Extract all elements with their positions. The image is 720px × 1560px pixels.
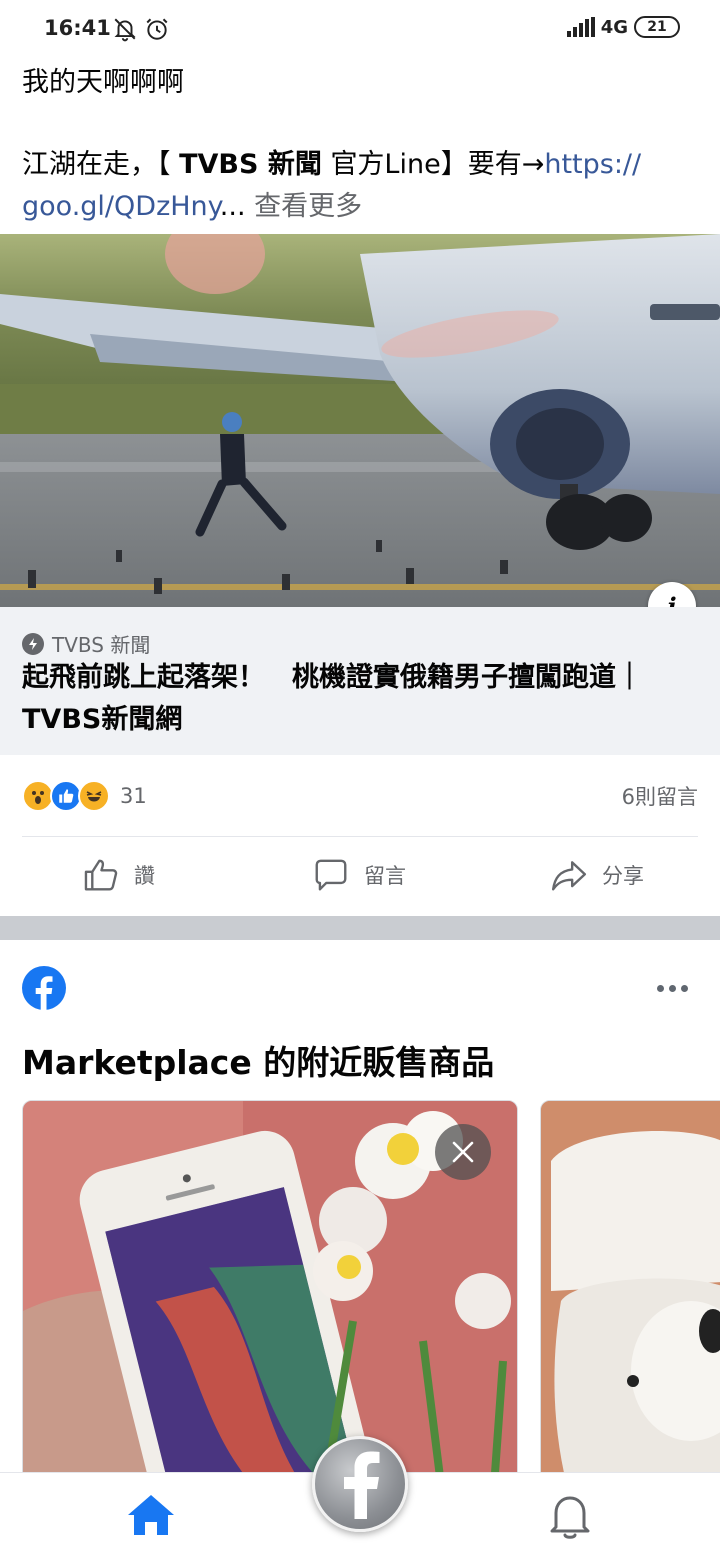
link-source: TVBS 新聞 [52,633,151,657]
section-separator [0,916,720,940]
post-line-3: goo.gl/QDzHny... 查看更多 [22,186,702,228]
bell-icon[interactable] [546,1491,594,1541]
action-bar: 讚 留言 分享 [0,850,720,906]
comment-button[interactable]: 留言 [312,856,406,894]
facebook-logo-icon[interactable] [22,966,66,1010]
post-line-2: 江湖在走，【 TVBS 新聞 官方Line】要有→https:// [22,144,702,186]
status-time: 16:41 [44,16,111,40]
post-ellipsis: ... [219,191,246,222]
facebook-f-icon [344,1451,380,1519]
battery-indicator: 21 [634,16,680,38]
link-source-row: TVBS 新聞 [22,629,150,658]
post-line-1: 我的天啊啊啊 [22,67,184,98]
runway-photo [0,234,720,607]
post-brand: TVBS 新聞 [179,149,322,180]
post-gap [22,104,702,144]
comment-count[interactable]: 6則留言 [622,781,698,811]
link-card[interactable]: TVBS 新聞 起飛前跳上起落架！ 桃機證實俄籍男子擅闖跑道｜TVBS新聞網 [0,607,720,755]
home-icon[interactable] [124,1491,178,1539]
like-label: 讚 [134,864,155,888]
see-more-link[interactable]: 查看更多 [254,191,362,222]
post-link-part2[interactable]: goo.gl/QDzHny [22,191,220,222]
reactions-row: 31 6則留言 [22,778,698,814]
share-arrow-icon [551,861,587,891]
more-dot [668,984,676,992]
alarm-clock-icon [146,18,168,40]
thumbs-up-icon [84,859,118,891]
reaction-summary[interactable]: 31 [22,780,147,812]
status-right: 4G 21 [566,16,680,38]
marketplace-title: Marketplace 的附近販售商品 [22,1043,495,1082]
more-dot [656,984,664,992]
more-dot [680,984,688,992]
like-button[interactable]: 讚 [82,856,155,894]
facebook-floating-button[interactable] [312,1436,408,1532]
post-text: 我的天啊啊啊 江湖在走，【 TVBS 新聞 官方Line】要有→https://… [22,62,702,228]
more-options-button[interactable] [652,972,692,1004]
divider [22,836,698,837]
comment-label: 留言 [364,864,406,888]
status-bar: 16:41 4G 21 [0,0,720,60]
network-type: 4G [600,16,628,38]
marketplace-item-card[interactable] [540,1100,720,1500]
signal-icon [566,17,595,37]
status-left-icons [112,16,170,42]
share-button[interactable]: 分享 [550,856,644,894]
earbuds-product-photo [541,1101,720,1499]
lightning-icon [22,632,44,655]
post-line-2-suffix: 官方Line】要有→ [330,149,545,180]
link-preview-image[interactable] [0,234,720,607]
dismiss-item-button[interactable] [435,1124,491,1180]
bell-off-icon [114,18,136,42]
close-icon [452,1141,474,1163]
comment-bubble-icon [315,859,347,891]
link-title[interactable]: 起飛前跳上起落架！ 桃機證實俄籍男子擅闖跑道｜TVBS新聞網 [22,657,702,741]
post-line-2-prefix: 江湖在走，【 [22,149,171,180]
haha-reaction-icon [78,780,110,812]
share-label: 分享 [602,864,644,888]
post-link-part1[interactable]: https:// [544,149,641,180]
reaction-count: 31 [120,784,147,808]
